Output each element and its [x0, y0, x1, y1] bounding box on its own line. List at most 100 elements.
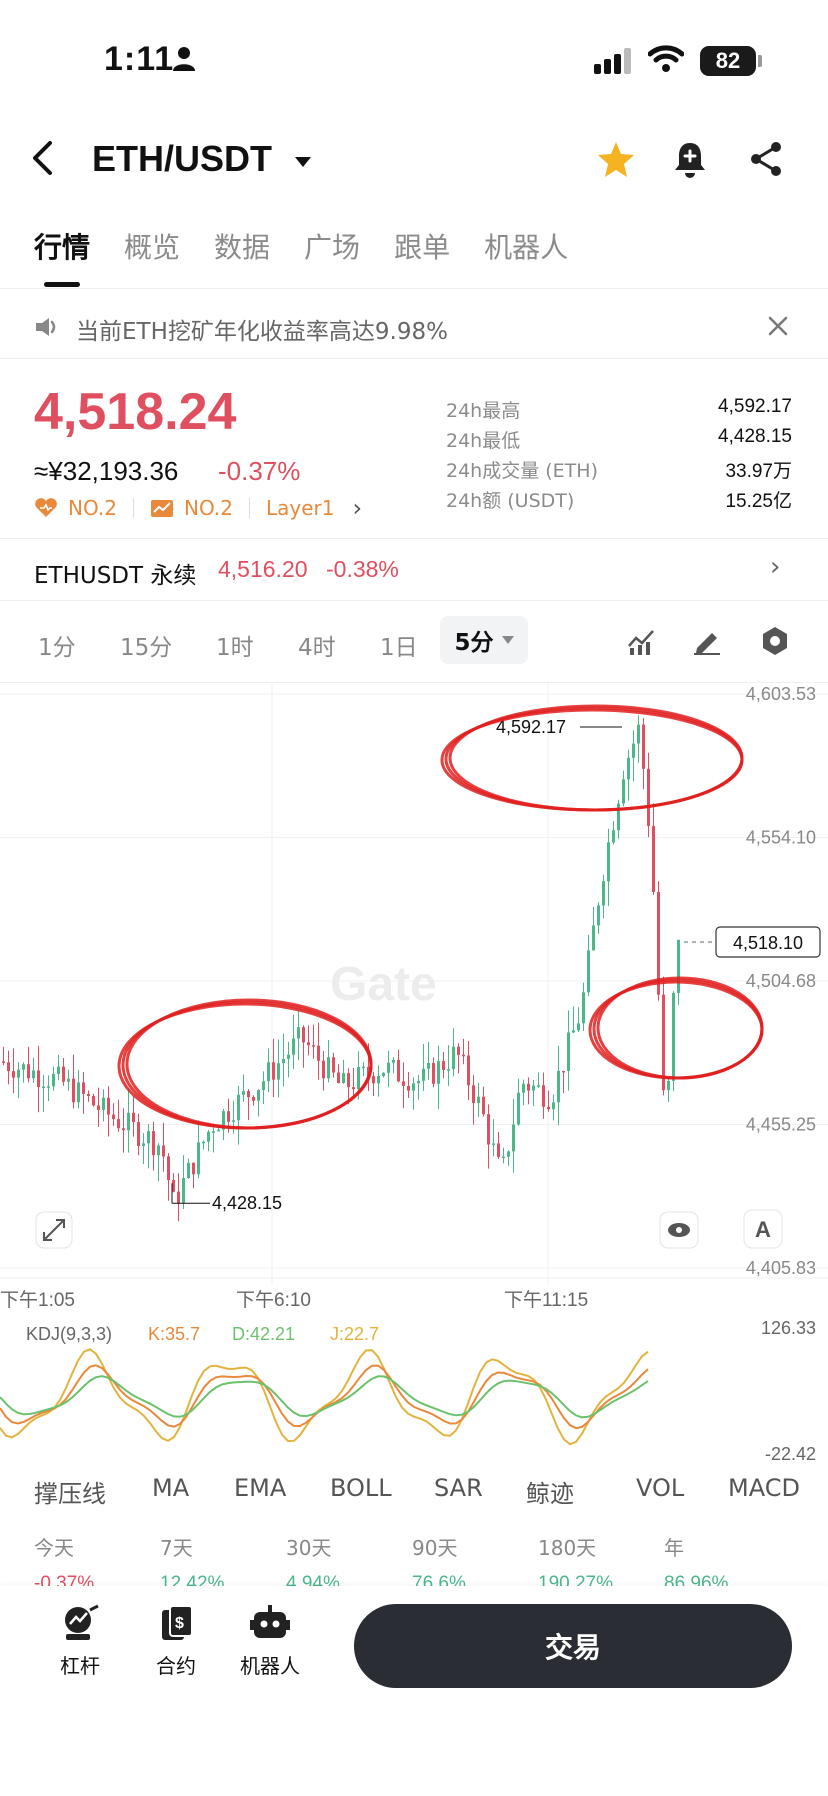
candle-body: [607, 842, 610, 882]
candle-body: [87, 1094, 90, 1097]
caret-down-icon[interactable]: [294, 156, 312, 168]
star-icon[interactable]: [596, 140, 636, 178]
candle-body: [652, 825, 655, 893]
indicator-boll[interactable]: BOLL: [330, 1474, 434, 1509]
stat-row: 24h最低 4,428.15: [446, 426, 792, 456]
auto-scale-label: A: [755, 1217, 771, 1242]
candle-body: [22, 1064, 25, 1070]
draw-icon[interactable]: [692, 626, 722, 656]
candle-body: [37, 1070, 40, 1087]
tab-square[interactable]: 广场: [304, 226, 360, 266]
indicator-ema[interactable]: EMA: [234, 1474, 330, 1509]
candle-body: [357, 1067, 360, 1090]
24h-stats: 24h最高 4,592.17 24h最低 4,428.15 24h成交量 (ET…: [446, 396, 792, 516]
y-axis-label: 4,405.83: [746, 1258, 816, 1278]
candle-body: [557, 1070, 560, 1103]
candle-body: [177, 1191, 180, 1203]
perpetual-label[interactable]: ETHUSDT 永续: [34, 556, 196, 590]
back-icon[interactable]: [30, 140, 56, 176]
x-axis-label: 下午1:05: [0, 1289, 75, 1311]
candle-body: [92, 1096, 95, 1106]
indicator-support-resistance[interactable]: 撑压线: [34, 1474, 152, 1509]
signal-icon: [594, 48, 631, 74]
candle-body: [562, 1070, 565, 1073]
candle-body: [542, 1085, 545, 1107]
candle-body: [582, 992, 585, 1024]
timeframe-1d[interactable]: 1日: [380, 628, 418, 662]
candlestick-chart[interactable]: Gate 4,603.53 4,554.10 4,504.68 4,455.25 4,4…: [0, 684, 828, 1474]
candle-body: [27, 1064, 30, 1079]
candle-body: [332, 1057, 335, 1073]
period-label: 180天: [538, 1536, 597, 1560]
timeframe-1h[interactable]: 1时: [216, 628, 254, 662]
tab-data[interactable]: 数据: [214, 226, 270, 266]
tab-copy-trading[interactable]: 跟单: [394, 226, 450, 266]
cny-price: ≈¥32,193.36: [34, 456, 179, 486]
tab-bots[interactable]: 机器人: [484, 226, 568, 266]
timeframe-selected[interactable]: 5分: [440, 616, 528, 664]
indicator-whale[interactable]: 鲸迹: [526, 1474, 636, 1509]
robot-icon: [250, 1605, 290, 1638]
indicator-macd[interactable]: MACD: [728, 1474, 800, 1509]
period-label: 90天: [412, 1536, 458, 1560]
candle-body: [677, 939, 680, 993]
chevron-right-icon[interactable]: ›: [770, 552, 780, 582]
indicator-ma[interactable]: MA: [152, 1474, 234, 1509]
candle-body: [377, 1075, 380, 1084]
rank-tags[interactable]: NO.2 NO.2 Layer1 ›: [34, 494, 362, 522]
close-icon[interactable]: [768, 316, 788, 336]
robot-button[interactable]: 机器人: [230, 1604, 310, 1679]
trade-button[interactable]: 交易: [354, 1604, 792, 1688]
candle-body: [137, 1122, 140, 1147]
rank-tag-popularity: NO.2: [68, 496, 117, 520]
candle-body: [462, 1054, 465, 1057]
leverage-button[interactable]: 杠杆: [40, 1604, 120, 1679]
timeframe-15m[interactable]: 15分: [120, 628, 172, 662]
divider: [0, 288, 828, 289]
timeframe-1m[interactable]: 1分: [38, 628, 76, 662]
candle-body: [282, 1058, 285, 1064]
candle-body: [392, 1059, 395, 1063]
battery-indicator: 82: [700, 46, 756, 76]
stat-label: 24h成交量 (ETH): [446, 460, 598, 482]
notice-text[interactable]: 当前ETH挖矿年化收益率高达9.98%: [76, 312, 448, 346]
timeframe-4h[interactable]: 4时: [298, 628, 336, 662]
auto-scale-button: A: [743, 1209, 783, 1249]
candle-body: [427, 1062, 430, 1069]
pair-title[interactable]: ETH/USDT: [92, 138, 272, 180]
candle-body: [507, 1151, 510, 1157]
bell-plus-icon[interactable]: [672, 140, 708, 178]
candle-body: [327, 1057, 330, 1079]
indicator-tabs: 撑压线 MA EMA BOLL SAR 鲸迹 VOL MACD: [34, 1474, 800, 1509]
annotation-circle: [596, 976, 764, 1080]
stat-row: 24h最高 4,592.17: [446, 396, 792, 426]
candle-body: [522, 1083, 525, 1093]
candle-body: [642, 724, 645, 769]
candle-body: [42, 1086, 45, 1089]
stat-row: 24h成交量 (ETH) 33.97万: [446, 456, 792, 486]
candle-body: [382, 1072, 385, 1076]
y-axis-label: 4,554.10: [746, 828, 816, 848]
tag-separator: [132, 498, 134, 518]
candle-body: [632, 743, 635, 758]
contract-button[interactable]: $ 合约: [136, 1604, 216, 1679]
candle-body: [2, 1061, 5, 1063]
share-icon[interactable]: [748, 140, 784, 178]
candle-body: [362, 1066, 365, 1069]
candle-body: [257, 1089, 260, 1101]
settings-icon[interactable]: [760, 626, 790, 656]
period-label: 年: [664, 1536, 684, 1560]
stat-label: 24h最低: [446, 430, 521, 452]
indicator-sar[interactable]: SAR: [434, 1474, 526, 1509]
candle-body: [82, 1082, 85, 1095]
candle-body: [432, 1062, 435, 1084]
tab-overview[interactable]: 概览: [124, 226, 180, 266]
candle-body: [527, 1083, 530, 1091]
candle-body: [72, 1078, 75, 1103]
chevron-right-icon[interactable]: ›: [352, 494, 362, 522]
tab-market[interactable]: 行情: [34, 226, 90, 266]
kdj-k-value: K:35.7: [148, 1324, 201, 1344]
indicator-icon[interactable]: [626, 626, 656, 656]
indicator-vol[interactable]: VOL: [636, 1474, 728, 1509]
candle-body: [157, 1145, 160, 1156]
